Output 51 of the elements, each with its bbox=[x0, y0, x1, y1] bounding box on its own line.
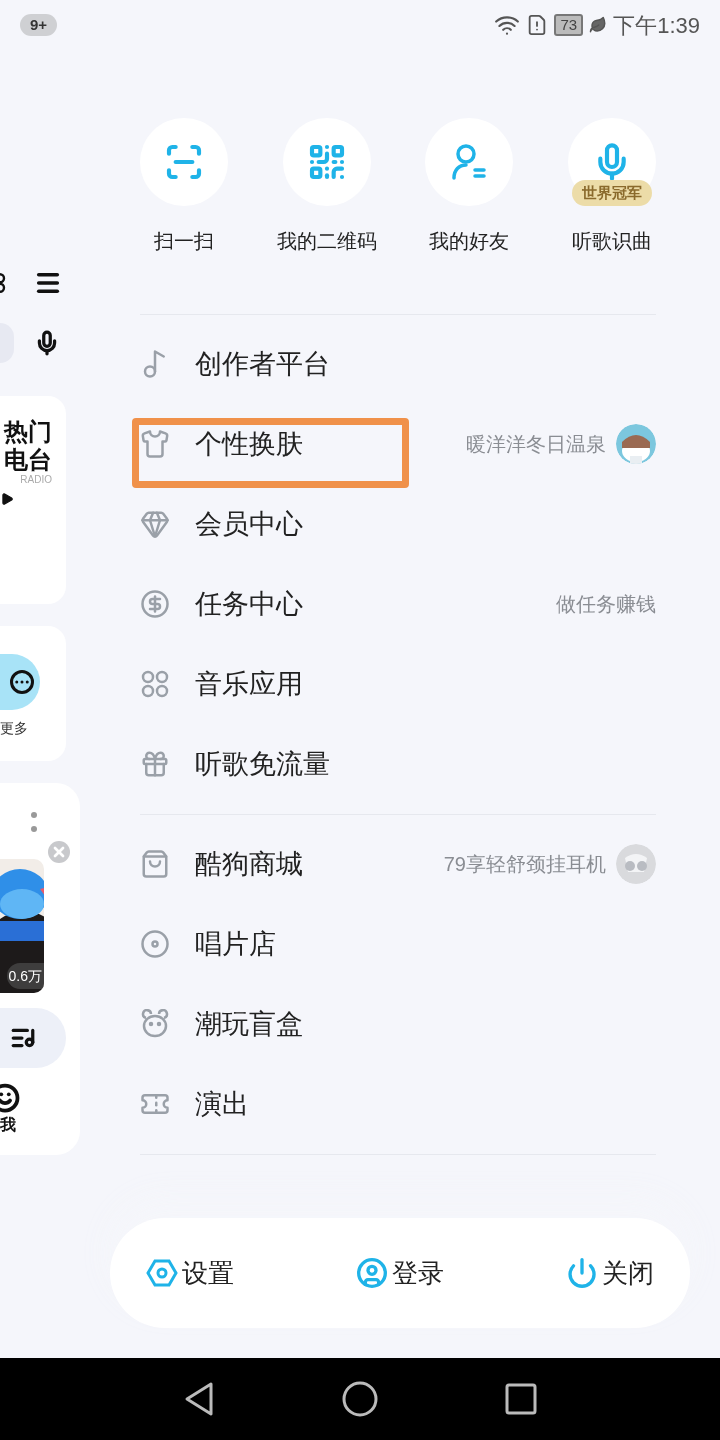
item-detail: 做任务赚钱 bbox=[556, 592, 656, 617]
bear-icon bbox=[140, 1009, 170, 1039]
more-icon bbox=[31, 811, 37, 833]
shirt-icon bbox=[140, 429, 170, 459]
disc-icon bbox=[140, 929, 170, 959]
notification-badge: 9+ bbox=[20, 14, 58, 36]
diamond-icon bbox=[140, 509, 170, 539]
item-detail: 79享轻舒颈挂耳机 bbox=[443, 852, 606, 877]
scan-icon bbox=[164, 142, 204, 182]
menu-item[interactable]: 唱片店 bbox=[140, 904, 656, 984]
more-label: 更多 bbox=[0, 719, 28, 738]
menu-item[interactable]: 潮玩盲盒 bbox=[140, 984, 656, 1064]
nav-label: 我 bbox=[0, 1115, 16, 1135]
user-icon bbox=[356, 1257, 388, 1289]
home-icon[interactable] bbox=[342, 1381, 378, 1417]
bar-button[interactable]: 设置 bbox=[146, 1253, 234, 1293]
more-icon bbox=[10, 670, 34, 694]
menu-item[interactable]: 演出 bbox=[140, 1064, 656, 1144]
menu-item[interactable]: 酷狗商城 79享轻舒颈挂耳机 bbox=[140, 824, 656, 904]
card-title: 热门 bbox=[4, 418, 52, 446]
item-detail: 暖洋洋冬日温泉 bbox=[466, 432, 606, 457]
recents-icon[interactable] bbox=[504, 1383, 537, 1415]
quick-action-label: 听歌识曲 bbox=[571, 229, 652, 254]
bar-button[interactable]: 关闭 bbox=[566, 1253, 654, 1293]
quick-action-button[interactable]: 世界冠军 bbox=[567, 118, 656, 206]
battery-indicator: 73 bbox=[554, 14, 584, 36]
card-title: 电台 bbox=[4, 446, 52, 474]
gift-icon bbox=[140, 749, 170, 779]
play-count: 0.6万 bbox=[6, 963, 44, 989]
quick-action-label: 扫一扫 bbox=[154, 229, 214, 254]
quick-action-label: 我的二维码 bbox=[276, 229, 377, 254]
power-icon bbox=[566, 1257, 598, 1289]
menu-item[interactable]: 会员中心 bbox=[140, 484, 656, 564]
clock: 下午1:39 bbox=[613, 11, 700, 40]
grid-icon bbox=[140, 669, 170, 699]
settings-icon bbox=[146, 1257, 178, 1289]
share-icon bbox=[0, 271, 8, 295]
card-subtitle: RADIO bbox=[20, 474, 52, 486]
play-icon bbox=[0, 492, 14, 506]
bag-icon bbox=[140, 849, 170, 879]
bar-button[interactable]: 登录 bbox=[356, 1253, 444, 1293]
menu-item[interactable]: 创作者平台 bbox=[140, 324, 656, 404]
menu-item[interactable]: 任务中心 做任务赚钱 bbox=[140, 564, 656, 644]
quick-action-label: 我的好友 bbox=[429, 229, 510, 254]
close-icon bbox=[48, 841, 70, 863]
leaf-icon bbox=[589, 16, 608, 34]
coin-icon bbox=[140, 589, 170, 619]
menu-item[interactable]: 个性换肤 暖洋洋冬日温泉 bbox=[140, 404, 656, 484]
back-icon[interactable] bbox=[183, 1381, 216, 1417]
menu-item[interactable]: 听歌免流量 bbox=[140, 724, 656, 804]
menu-item[interactable]: 音乐应用 bbox=[140, 644, 656, 724]
